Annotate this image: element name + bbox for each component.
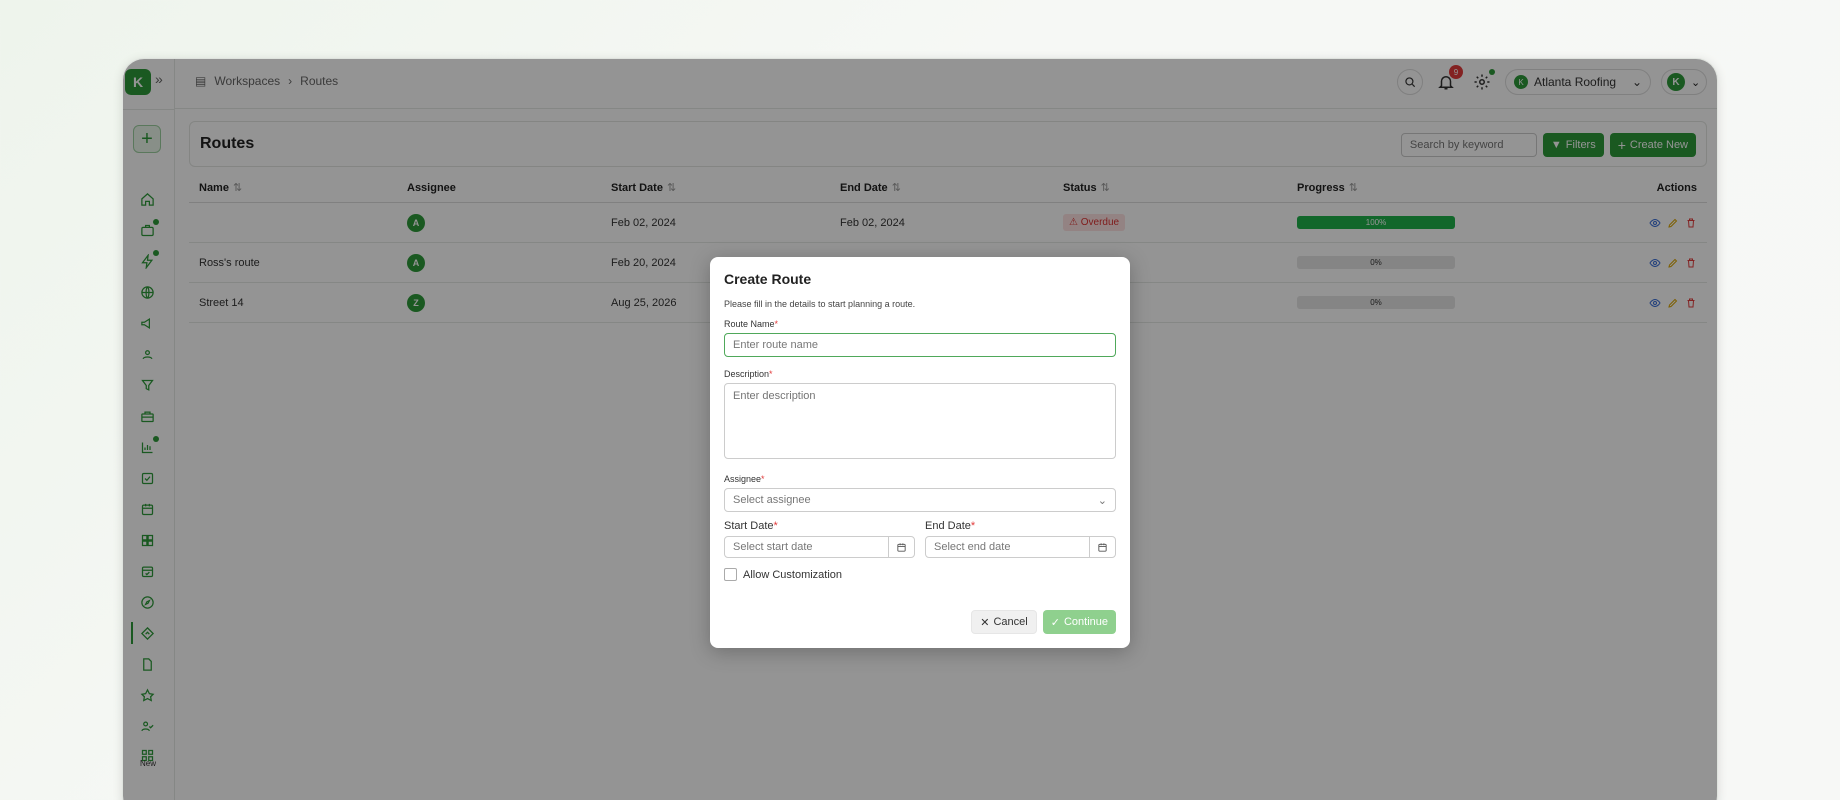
assignee-placeholder: Select assignee: [733, 494, 811, 506]
end-date-input[interactable]: Select end date: [925, 536, 1116, 558]
cancel-button[interactable]: ✕ Cancel: [971, 610, 1037, 634]
route-name-label: Route Name*: [724, 319, 779, 329]
check-icon: ✓: [1050, 616, 1060, 629]
create-route-dialog: Create Route Please fill in the details …: [710, 257, 1130, 648]
start-date-placeholder: Select start date: [733, 541, 813, 553]
allow-customization-checkbox[interactable]: [724, 568, 737, 581]
dialog-title: Create Route: [724, 271, 812, 287]
chevron-down-icon: ⌄: [1097, 494, 1107, 507]
allow-customization-label: Allow Customization: [743, 568, 843, 581]
continue-label: Continue: [1063, 616, 1108, 628]
start-date-input[interactable]: Select start date: [724, 536, 915, 558]
route-name-input[interactable]: Enter route name: [724, 333, 1116, 357]
start-date-label: Start Date*: [724, 520, 778, 532]
calendar-icon[interactable]: [1089, 537, 1115, 557]
description-label: Description*: [724, 369, 773, 379]
cancel-label: Cancel: [993, 616, 1028, 628]
assignee-label: Assignee*: [724, 474, 765, 484]
close-icon: ✕: [980, 616, 990, 629]
dialog-subtitle: Please fill in the details to start plan…: [724, 299, 916, 309]
calendar-icon[interactable]: [888, 537, 914, 557]
end-date-placeholder: Select end date: [934, 541, 1011, 553]
assignee-select[interactable]: Select assignee ⌄: [724, 488, 1116, 512]
end-date-label: End Date*: [925, 520, 976, 532]
description-textarea[interactable]: [724, 383, 1116, 459]
continue-button[interactable]: ✓ Continue: [1042, 610, 1116, 634]
